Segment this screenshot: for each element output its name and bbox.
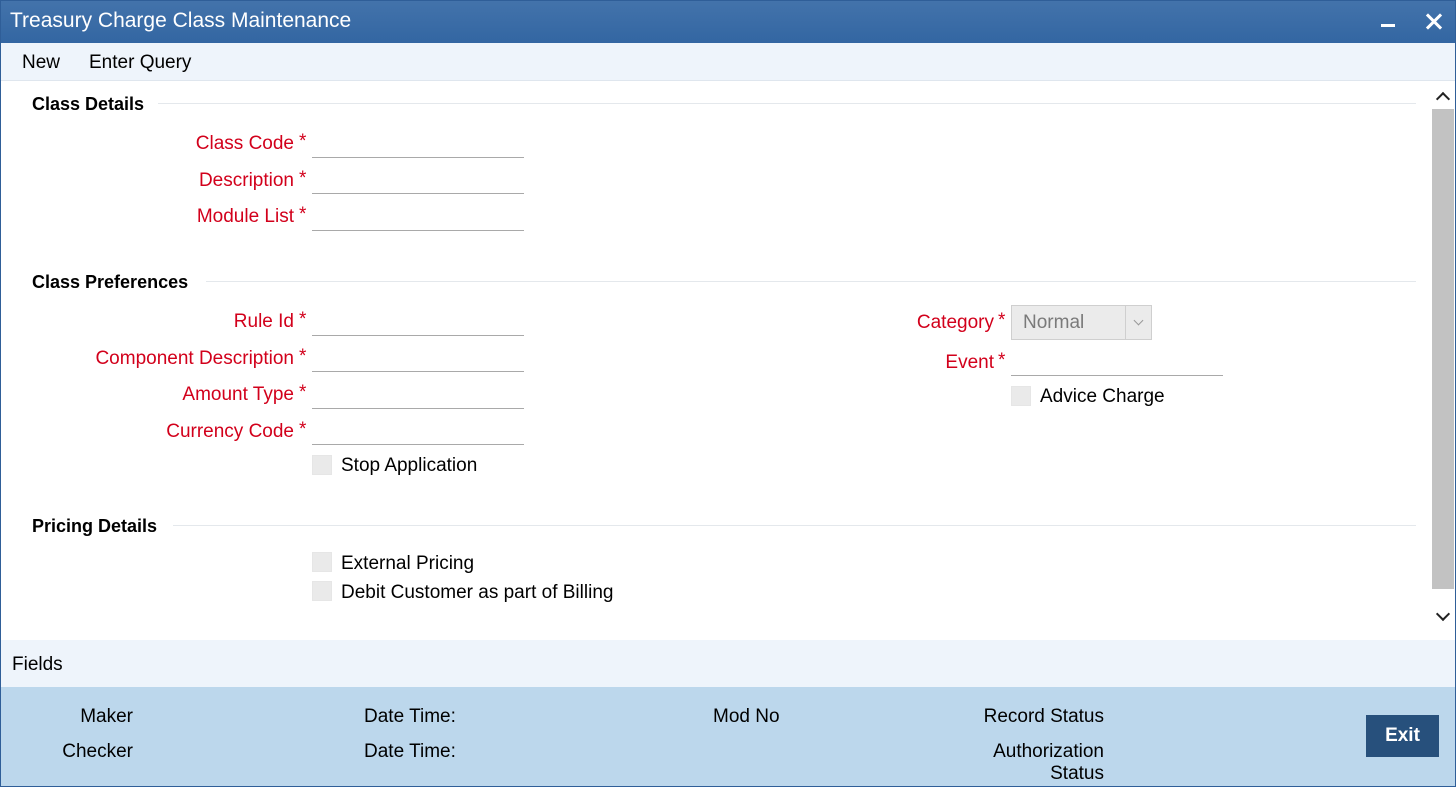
event-input[interactable]	[1011, 346, 1223, 376]
treasury-charge-class-window: Treasury Charge Class Maintenance New En…	[0, 0, 1456, 787]
chevron-down-icon	[1125, 306, 1151, 339]
section-divider	[206, 281, 1416, 282]
minimize-icon[interactable]	[1371, 5, 1405, 39]
scroll-thumb[interactable]	[1432, 109, 1454, 589]
required-marker: *	[299, 168, 307, 189]
maker-label: Maker	[80, 706, 133, 727]
currency-code-input[interactable]	[312, 415, 524, 445]
component-description-label: Component Description	[95, 348, 294, 369]
amount-type-input[interactable]	[312, 379, 524, 409]
checker-label: Checker	[62, 741, 133, 762]
component-description-input[interactable]	[312, 342, 524, 372]
pricing-details-title: Pricing Details	[32, 516, 158, 536]
new-button[interactable]: New	[22, 52, 60, 74]
authorization-label: Authorization	[993, 741, 1104, 762]
vertical-scrollbar[interactable]	[1431, 85, 1455, 631]
scroll-up-icon[interactable]	[1431, 85, 1455, 107]
form-content: Class Details Class Code * Description *…	[1, 82, 1431, 638]
event-label: Event	[945, 352, 994, 373]
section-divider	[158, 103, 1416, 104]
class-code-input[interactable]	[312, 128, 524, 158]
stop-application-label: Stop Application	[341, 455, 478, 476]
audit-footer: Maker Checker Date Time: Date Time: Mod …	[1, 687, 1455, 786]
window-title: Treasury Charge Class Maintenance	[10, 9, 352, 32]
checker-date-time-label: Date Time:	[364, 741, 456, 762]
required-marker: *	[299, 419, 307, 440]
advice-charge-label: Advice Charge	[1040, 386, 1165, 407]
category-select[interactable]: Normal	[1011, 305, 1152, 340]
advice-charge-checkbox[interactable]	[1011, 386, 1031, 406]
stop-application-checkbox[interactable]	[312, 455, 332, 475]
module-list-label: Module List	[196, 206, 294, 227]
required-marker: *	[299, 131, 307, 152]
record-status-label: Record Status	[983, 706, 1104, 727]
fields-bar: Fields	[1, 640, 1455, 687]
rule-id-input[interactable]	[312, 306, 524, 336]
amount-type-label: Amount Type	[182, 384, 294, 405]
toolbar: New Enter Query	[1, 43, 1455, 81]
fields-button[interactable]: Fields	[12, 654, 63, 676]
required-marker: *	[299, 382, 307, 403]
class-code-label: Class Code	[195, 133, 294, 154]
required-marker: *	[998, 350, 1006, 371]
required-marker: *	[299, 309, 307, 330]
rule-id-label: Rule Id	[233, 311, 294, 332]
module-list-input[interactable]	[312, 201, 524, 231]
currency-code-label: Currency Code	[166, 421, 294, 442]
authorization-status-label: Status	[1050, 763, 1104, 784]
title-bar: Treasury Charge Class Maintenance	[1, 1, 1455, 43]
class-preferences-title: Class Preferences	[32, 272, 189, 292]
required-marker: *	[299, 346, 307, 367]
required-marker: *	[299, 204, 307, 225]
external-pricing-label: External Pricing	[341, 553, 475, 574]
scroll-down-icon[interactable]	[1431, 605, 1455, 627]
external-pricing-checkbox[interactable]	[312, 552, 332, 572]
debit-customer-checkbox[interactable]	[312, 581, 332, 601]
mod-no-label: Mod No	[713, 706, 780, 727]
required-marker: *	[998, 310, 1006, 331]
exit-button[interactable]: Exit	[1366, 715, 1439, 757]
category-label: Category	[916, 312, 994, 333]
section-divider	[173, 525, 1416, 526]
close-icon[interactable]	[1417, 5, 1451, 39]
debit-customer-label: Debit Customer as part of Billing	[341, 582, 614, 603]
category-selected-value: Normal	[1023, 312, 1085, 333]
description-input[interactable]	[312, 164, 524, 194]
class-details-title: Class Details	[32, 94, 145, 114]
enter-query-button[interactable]: Enter Query	[89, 52, 191, 74]
maker-date-time-label: Date Time:	[364, 706, 456, 727]
description-label: Description	[198, 170, 294, 191]
